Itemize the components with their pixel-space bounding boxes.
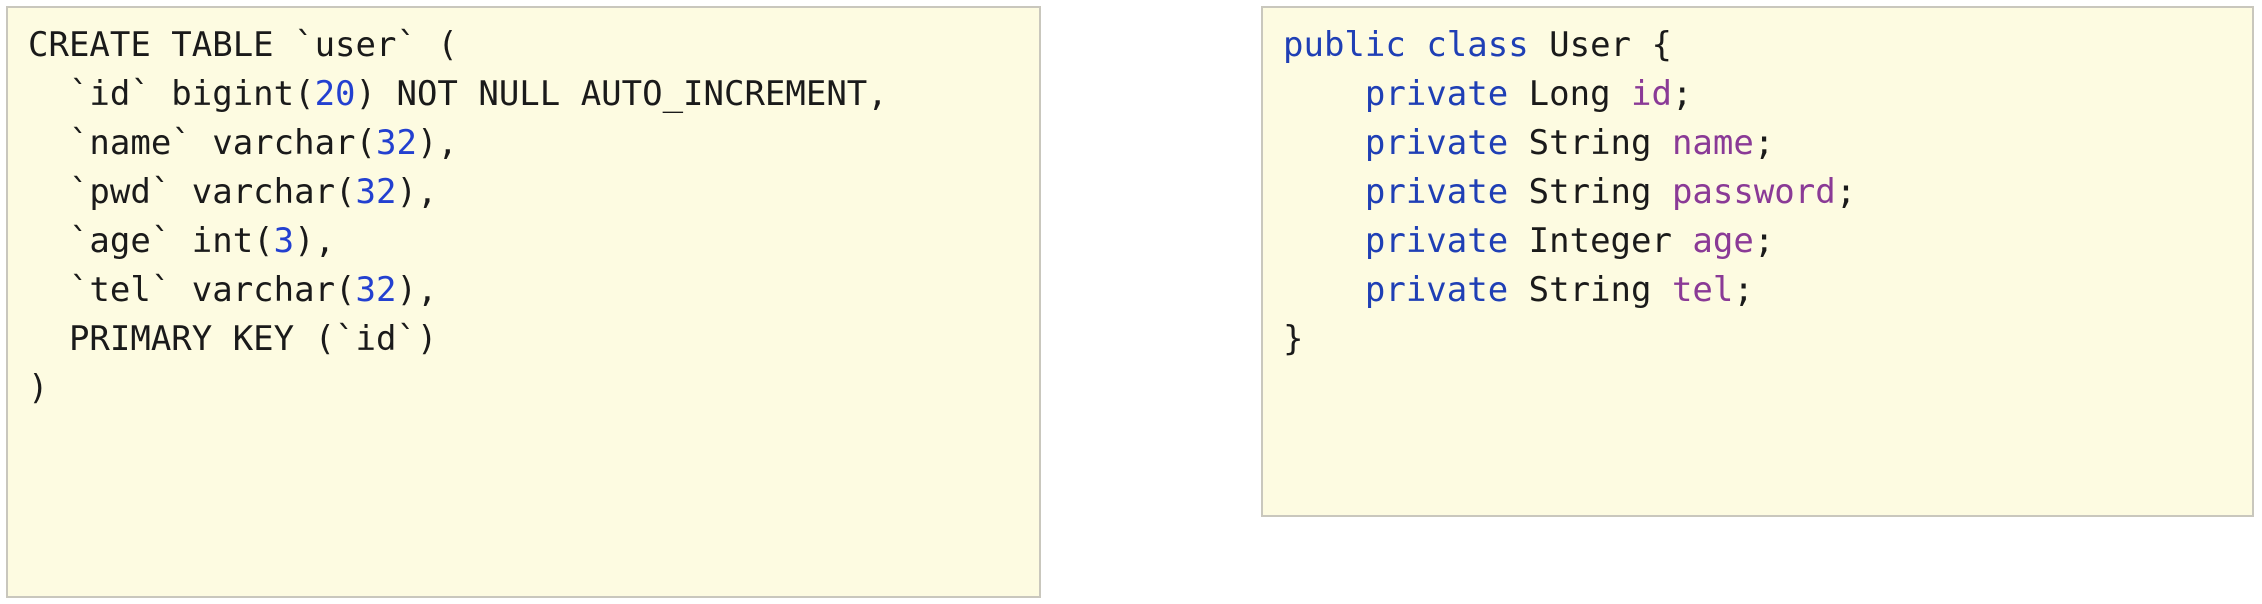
- sql-token: `age` int(: [28, 221, 274, 261]
- java-token: [1406, 25, 1426, 65]
- java-code-line: }: [1283, 319, 1303, 359]
- java-token: private: [1364, 221, 1509, 261]
- sql-code-line: `tel` varchar(32),: [28, 270, 437, 310]
- java-token: String: [1508, 270, 1672, 310]
- sql-code-line: CREATE TABLE `user` (: [28, 25, 458, 65]
- java-token: Integer: [1508, 221, 1693, 261]
- java-code-line: private Long id;: [1283, 74, 1693, 114]
- java-token: private: [1364, 172, 1509, 212]
- java-code-line: private String password;: [1283, 172, 1856, 212]
- java-code-line: private String tel;: [1283, 270, 1754, 310]
- java-token: class: [1426, 25, 1529, 65]
- java-token: [1283, 270, 1365, 310]
- sql-token: ),: [396, 172, 438, 212]
- java-token: public: [1283, 25, 1406, 65]
- sql-token: ),: [416, 123, 458, 163]
- sql-code-block: CREATE TABLE `user` ( `id` bigint(20) NO…: [6, 6, 1041, 598]
- sql-token: ): [28, 368, 49, 408]
- sql-token: `tel` varchar(: [28, 270, 356, 310]
- sql-token: `name` varchar(: [28, 123, 376, 163]
- java-token: private: [1364, 123, 1509, 163]
- java-token: private: [1364, 74, 1509, 114]
- sql-token: ) NOT NULL AUTO_INCREMENT,: [355, 74, 888, 114]
- sql-token: ),: [294, 221, 336, 261]
- sql-code-line: `pwd` varchar(32),: [28, 172, 437, 212]
- java-code-line: private String name;: [1283, 123, 1774, 163]
- java-token: [1283, 172, 1365, 212]
- java-token: ;: [1671, 74, 1693, 114]
- java-code-line: private Integer age;: [1283, 221, 1774, 261]
- java-token: [1283, 221, 1365, 261]
- java-token: ;: [1733, 270, 1754, 310]
- java-token: User {: [1528, 25, 1672, 65]
- java-token: }: [1283, 319, 1304, 359]
- java-token: ;: [1835, 172, 1857, 212]
- sql-token: 32: [355, 270, 397, 310]
- java-token: ;: [1753, 123, 1775, 163]
- sql-code-line: `id` bigint(20) NOT NULL AUTO_INCREMENT,: [28, 74, 888, 114]
- java-token: id: [1631, 74, 1672, 114]
- java-code-line: public class User {: [1283, 25, 1672, 65]
- java-token: Long: [1508, 74, 1632, 114]
- java-token: String: [1508, 123, 1672, 163]
- java-token: private: [1364, 270, 1509, 310]
- sql-token: ),: [396, 270, 438, 310]
- sql-token: `pwd` varchar(: [28, 172, 356, 212]
- sql-code-line: `age` int(3),: [28, 221, 335, 261]
- sql-token: 32: [355, 172, 397, 212]
- sql-token: PRIMARY KEY (`id`): [28, 319, 438, 359]
- java-token: [1283, 123, 1365, 163]
- sql-code-line: ): [28, 368, 48, 408]
- java-token: ;: [1753, 221, 1775, 261]
- sql-token: 32: [376, 123, 417, 163]
- java-token: age: [1692, 221, 1754, 261]
- sql-code-line: PRIMARY KEY (`id`): [28, 319, 437, 359]
- java-token: [1283, 74, 1365, 114]
- sql-token: `id` bigint(: [28, 74, 315, 114]
- sql-code-line: `name` varchar(32),: [28, 123, 458, 163]
- sql-token: 3: [273, 221, 295, 261]
- java-token: tel: [1671, 270, 1734, 310]
- java-token: password: [1671, 172, 1836, 212]
- sql-token: CREATE TABLE `user` (: [28, 25, 458, 65]
- java-code-block: public class User { private Long id; pri…: [1261, 6, 2254, 517]
- java-token: name: [1671, 123, 1754, 163]
- java-token: String: [1508, 172, 1672, 212]
- sql-token: 20: [314, 74, 356, 114]
